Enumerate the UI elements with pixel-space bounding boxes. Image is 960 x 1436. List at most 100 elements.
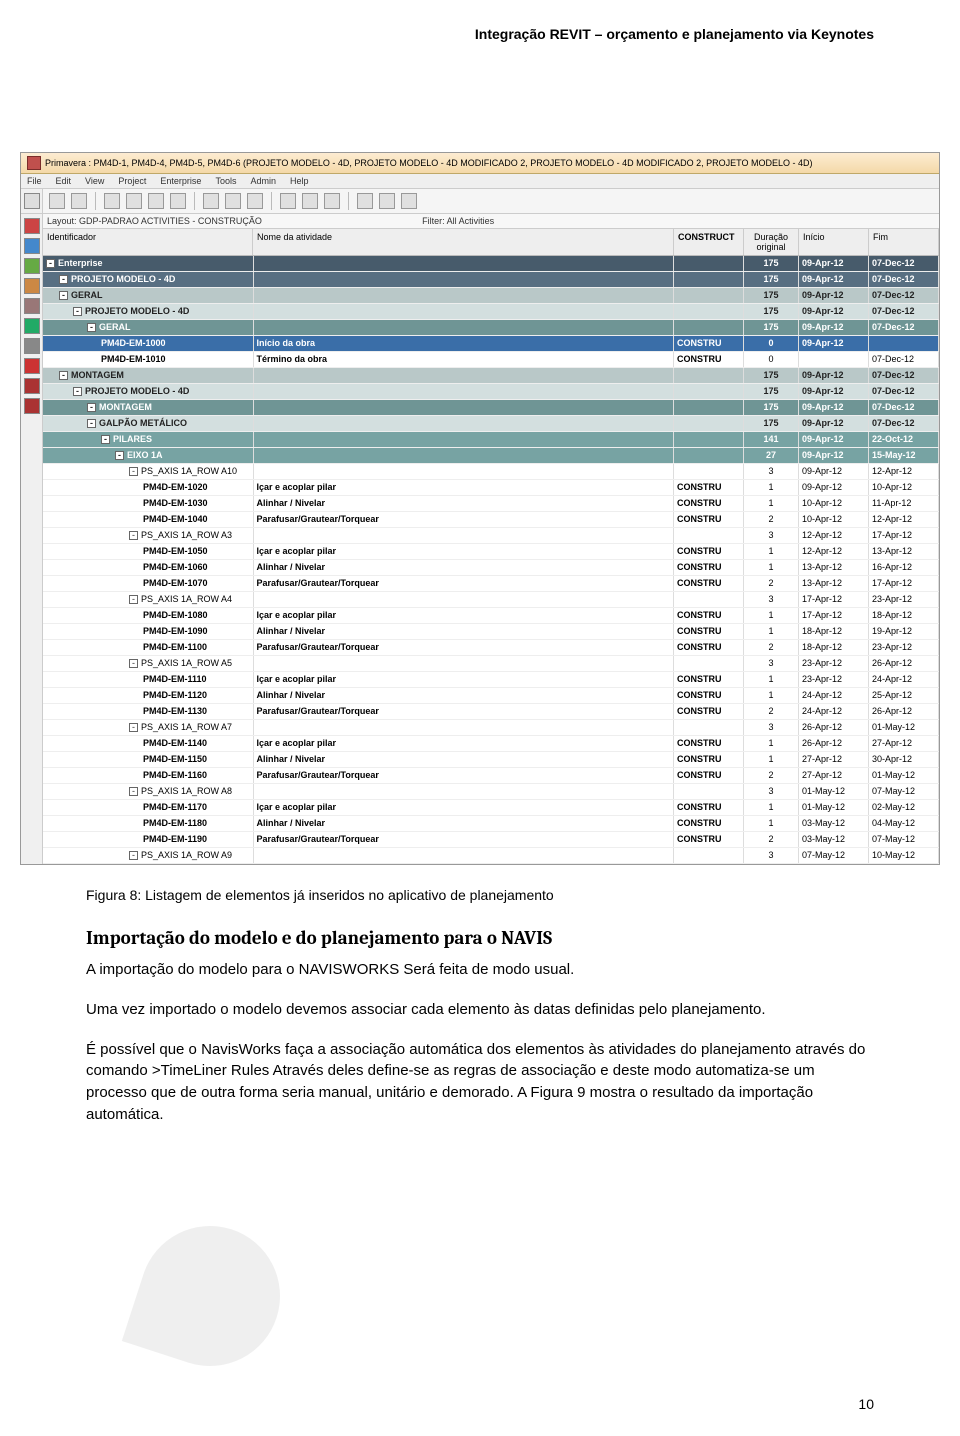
table-row[interactable]: PM4D-EM-1100Parafusar/Grautear/TorquearC… [43,640,939,656]
table-row[interactable]: PM4D-EM-1010Término da obraCONSTRU007-De… [43,352,939,368]
table-row[interactable]: PM4D-EM-1120Alinhar / NivelarCONSTRU124-… [43,688,939,704]
table-row[interactable]: -PS_AXIS 1A_ROW A10309-Apr-1212-Apr-12 [43,464,939,480]
table-row[interactable]: PM4D-EM-1110Içar e acoplar pilarCONSTRU1… [43,672,939,688]
tool-icon[interactable] [71,193,87,209]
nav-icon[interactable] [24,238,40,254]
table-row[interactable]: PM4D-EM-1140Içar e acoplar pilarCONSTRU1… [43,736,939,752]
expander-icon[interactable]: - [59,291,68,300]
expander-icon[interactable]: - [59,275,68,284]
col-id[interactable]: Identificador [43,229,253,255]
col-fim[interactable]: Fim [869,229,939,255]
table-row[interactable]: -GALPÃO METÁLICO17509-Apr-1207-Dec-12 [43,416,939,432]
table-row[interactable]: -PROJETO MODELO - 4D17509-Apr-1207-Dec-1… [43,272,939,288]
menu-item[interactable]: File [27,176,42,186]
tool-icon[interactable] [170,193,186,209]
layout-label[interactable]: Layout: GDP-PADRAO ACTIVITIES - CONSTRUÇ… [47,216,262,226]
nav-icon[interactable] [24,258,40,274]
tool-icon[interactable] [203,193,219,209]
tool-icon[interactable] [225,193,241,209]
expander-icon[interactable]: - [87,323,96,332]
table-row[interactable]: PM4D-EM-1080Içar e acoplar pilarCONSTRU1… [43,608,939,624]
nav-icon[interactable] [24,378,40,394]
table-row[interactable]: PM4D-EM-1150Alinhar / NivelarCONSTRU127-… [43,752,939,768]
table-row[interactable]: -PROJETO MODELO - 4D17509-Apr-1207-Dec-1… [43,384,939,400]
menu-item[interactable]: Help [290,176,309,186]
expander-icon[interactable]: - [115,451,124,460]
table-row[interactable]: PM4D-EM-1130Parafusar/Grautear/TorquearC… [43,704,939,720]
nav-icon[interactable] [24,218,40,234]
menu-item[interactable]: Admin [250,176,276,186]
tool-icon[interactable] [126,193,142,209]
table-row[interactable]: -MONTAGEM17509-Apr-1207-Dec-12 [43,400,939,416]
cell-construct [674,384,744,400]
tool-icon[interactable] [148,193,164,209]
table-row[interactable]: -GERAL17509-Apr-1207-Dec-12 [43,288,939,304]
table-row[interactable]: PM4D-EM-1000Início da obraCONSTRU009-Apr… [43,336,939,352]
nav-icon[interactable] [24,318,40,334]
table-row[interactable]: PM4D-EM-1190Parafusar/Grautear/TorquearC… [43,832,939,848]
table-row[interactable]: PM4D-EM-1170Içar e acoplar pilarCONSTRU1… [43,800,939,816]
tool-icon[interactable] [302,193,318,209]
activity-grid[interactable]: -Enterprise17509-Apr-1207-Dec-12-PROJETO… [43,256,939,864]
table-row[interactable]: PM4D-EM-1050Içar e acoplar pilarCONSTRU1… [43,544,939,560]
nav-icon[interactable] [24,398,40,414]
menu-item[interactable]: Tools [215,176,236,186]
table-row[interactable]: -PS_AXIS 1A_ROW A4317-Apr-1223-Apr-12 [43,592,939,608]
menu-item[interactable]: Project [118,176,146,186]
col-name[interactable]: Nome da atividade [253,229,674,255]
tool-icon[interactable] [280,193,296,209]
expander-icon[interactable]: - [129,787,138,796]
expander-icon[interactable]: - [129,851,138,860]
tool-icon[interactable] [357,193,373,209]
expander-icon[interactable]: - [101,435,110,444]
expander-icon[interactable]: - [87,419,96,428]
table-row[interactable]: PM4D-EM-1180Alinhar / NivelarCONSTRU103-… [43,816,939,832]
expander-icon[interactable]: - [73,307,82,316]
expander-icon[interactable]: - [129,595,138,604]
expander-icon[interactable]: - [129,531,138,540]
strip-icon[interactable] [24,193,40,209]
table-row[interactable]: PM4D-EM-1040Parafusar/Grautear/TorquearC… [43,512,939,528]
table-row[interactable]: -PROJETO MODELO - 4D17509-Apr-1207-Dec-1… [43,304,939,320]
expander-icon[interactable]: - [129,659,138,668]
table-row[interactable]: PM4D-EM-1090Alinhar / NivelarCONSTRU118-… [43,624,939,640]
nav-icon[interactable] [24,338,40,354]
expander-icon[interactable]: - [73,387,82,396]
table-row[interactable]: -PILARES14109-Apr-1222-Oct-12 [43,432,939,448]
menu-item[interactable]: View [85,176,104,186]
nav-icon[interactable] [24,298,40,314]
nav-icon[interactable] [24,278,40,294]
table-row[interactable]: PM4D-EM-1070Parafusar/Grautear/TorquearC… [43,576,939,592]
table-row[interactable]: -PS_AXIS 1A_ROW A7326-Apr-1201-May-12 [43,720,939,736]
table-row[interactable]: -EIXO 1A2709-Apr-1215-May-12 [43,448,939,464]
table-row[interactable]: -PS_AXIS 1A_ROW A8301-May-1207-May-12 [43,784,939,800]
col-construct[interactable]: CONSTRUCT [674,229,744,255]
tool-icon[interactable] [401,193,417,209]
nav-icon[interactable] [24,358,40,374]
table-row[interactable]: PM4D-EM-1030Alinhar / NivelarCONSTRU110-… [43,496,939,512]
filter-label[interactable]: Filter: All Activities [422,216,494,226]
menu-item[interactable]: Edit [56,176,72,186]
expander-icon[interactable]: - [87,403,96,412]
menu-item[interactable]: Enterprise [160,176,201,186]
tool-icon[interactable] [104,193,120,209]
table-row[interactable]: PM4D-EM-1060Alinhar / NivelarCONSTRU113-… [43,560,939,576]
tool-icon[interactable] [49,193,65,209]
table-row[interactable]: -PS_AXIS 1A_ROW A3312-Apr-1217-Apr-12 [43,528,939,544]
col-dur[interactable]: Duração original [744,229,799,255]
tool-icon[interactable] [324,193,340,209]
expander-icon[interactable]: - [129,467,138,476]
table-row[interactable]: -MONTAGEM17509-Apr-1207-Dec-12 [43,368,939,384]
table-row[interactable]: -PS_AXIS 1A_ROW A5323-Apr-1226-Apr-12 [43,656,939,672]
table-row[interactable]: -Enterprise17509-Apr-1207-Dec-12 [43,256,939,272]
table-row[interactable]: PM4D-EM-1160Parafusar/Grautear/TorquearC… [43,768,939,784]
tool-icon[interactable] [379,193,395,209]
table-row[interactable]: PM4D-EM-1020Içar e acoplar pilarCONSTRU1… [43,480,939,496]
tool-icon[interactable] [247,193,263,209]
expander-icon[interactable]: - [59,371,68,380]
expander-icon[interactable]: - [129,723,138,732]
expander-icon[interactable]: - [46,259,55,268]
table-row[interactable]: -PS_AXIS 1A_ROW A9307-May-1210-May-12 [43,848,939,864]
col-inicio[interactable]: Início [799,229,869,255]
table-row[interactable]: -GERAL17509-Apr-1207-Dec-12 [43,320,939,336]
